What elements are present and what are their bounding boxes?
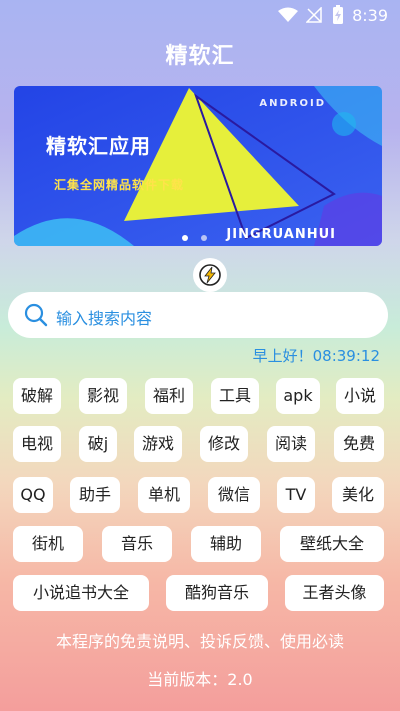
- disclaimer-link[interactable]: 本程序的免责说明、投诉反馈、使用必读: [0, 628, 400, 652]
- tag-weixin[interactable]: 微信: [208, 477, 260, 513]
- tag-qq[interactable]: QQ: [13, 477, 53, 513]
- tag-meihua[interactable]: 美化: [332, 477, 384, 513]
- banner-subtitle: 汇集全网精品软件下载: [54, 178, 185, 192]
- tag-fuzhu[interactable]: 辅助: [191, 526, 261, 562]
- tag-dianshi[interactable]: 电视: [13, 426, 61, 462]
- banner-tag-en: ANDROID: [259, 98, 326, 109]
- tag-danji[interactable]: 单机: [138, 477, 190, 513]
- status-bar: 8:39: [0, 0, 400, 32]
- tag-yuedu[interactable]: 阅读: [267, 426, 315, 462]
- tag-gongju[interactable]: 工具: [211, 378, 259, 414]
- signal-off-icon: [306, 7, 322, 23]
- banner-title: 精软汇应用: [46, 134, 151, 158]
- tag-youxi[interactable]: 游戏: [134, 426, 182, 462]
- tag-poj[interactable]: 破j: [79, 426, 117, 462]
- tag-jieji[interactable]: 街机: [13, 526, 83, 562]
- search-placeholder: 输入搜索内容: [56, 309, 153, 328]
- carousel-dot[interactable]: [201, 235, 208, 241]
- greeting-time: 早上好！08:39:12: [252, 347, 380, 365]
- tag-xiaoshuo[interactable]: 小说: [336, 378, 384, 414]
- tag-xiugai[interactable]: 修改: [200, 426, 248, 462]
- tag-apk[interactable]: apk: [276, 378, 320, 414]
- tag-fuli[interactable]: 福利: [145, 378, 193, 414]
- tag-bizhi-daquan[interactable]: 壁纸大全: [280, 526, 384, 562]
- banner-artwork: [14, 86, 382, 246]
- version-label: 当前版本：2.0: [147, 670, 253, 689]
- status-time: 8:39: [352, 6, 388, 25]
- tag-xiaoshuo-zhuishu[interactable]: 小说追书大全: [13, 575, 149, 611]
- search-input[interactable]: 输入搜索内容: [8, 292, 388, 338]
- banner-brand: JINGRUANHUI: [226, 227, 336, 242]
- banner-carousel[interactable]: ANDROID 精软汇应用 汇集全网精品软件下载 JINGRUANHUI: [14, 86, 382, 246]
- wifi-icon: [278, 7, 298, 22]
- tag-pojie[interactable]: 破解: [13, 378, 61, 414]
- tag-zhushou[interactable]: 助手: [70, 477, 120, 513]
- tag-yinyue[interactable]: 音乐: [102, 526, 172, 562]
- bolt-icon[interactable]: [193, 258, 227, 292]
- search-icon: [24, 303, 48, 327]
- tag-tv[interactable]: TV: [277, 477, 315, 513]
- tag-mianfei[interactable]: 免费: [334, 426, 384, 462]
- tag-kugou-music[interactable]: 酷狗音乐: [166, 575, 268, 611]
- app-title: 精软汇: [165, 44, 235, 69]
- carousel-indicator: [182, 226, 215, 245]
- battery-charging-icon: [333, 5, 343, 24]
- tag-yingshi[interactable]: 影视: [79, 378, 127, 414]
- tag-wangzhe-touxiang[interactable]: 王者头像: [285, 575, 384, 611]
- carousel-dot-active[interactable]: [182, 235, 188, 241]
